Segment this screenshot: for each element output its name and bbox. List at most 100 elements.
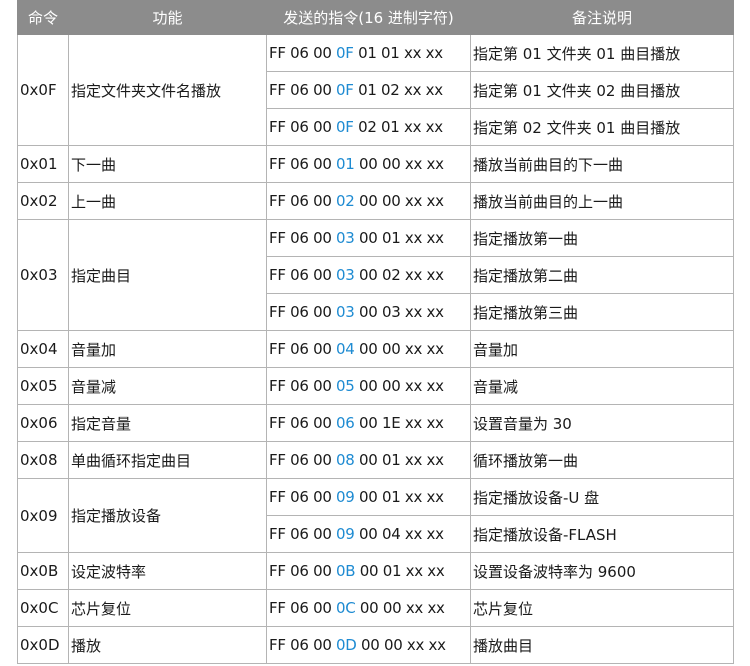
instruction-suffix: 00 1E xx xx: [354, 414, 444, 432]
function-cell: 播放: [68, 626, 267, 664]
header-note: 备注说明: [470, 0, 734, 35]
command-code-cell: 0x03: [17, 219, 69, 331]
note-cell: 播放曲目: [470, 626, 734, 664]
table-row: 0x06 指定音量 FF 06 00 06 00 1E xx xx 设置音量为 30: [17, 404, 734, 442]
instruction-prefix: FF 06 00: [269, 562, 337, 580]
instruction-suffix: 00 01 xx xx: [355, 562, 445, 580]
instruction-prefix: FF 06 00: [269, 118, 337, 136]
command-code-cell: 0x02: [17, 182, 69, 220]
table-row: 0x0F 指定文件夹文件名播放 FF 06 00 0F 01 01 xx xx 指定第…: [17, 34, 734, 146]
note-cell: 指定播放第三曲: [470, 293, 734, 331]
function-cell: 指定曲目: [68, 219, 267, 331]
table-row: 0x05 音量减 FF 06 00 05 00 00 xx xx 音量减: [17, 367, 734, 405]
table-row: 0x02 上一曲 FF 06 00 02 00 00 xx xx 播放当前曲目的上一曲: [17, 182, 734, 220]
instruction-command-byte: 08: [336, 451, 355, 469]
instruction-command-byte: 05: [336, 377, 355, 395]
instruction-cell: FF 06 00 03 00 01 xx xx: [266, 219, 471, 257]
instruction-suffix: 00 00 xx xx: [354, 377, 444, 395]
command-table: 命令 功能 发送的指令(16 进制字符) 备注说明 0x0F 指定文件夹文件名播放…: [17, 0, 734, 664]
table-row: 0x03 指定曲目 FF 06 00 03 00 01 xx xx 指定播放第一曲: [17, 219, 734, 331]
instruction-prefix: FF 06 00: [269, 525, 337, 543]
instruction-prefix: FF 06 00: [269, 636, 337, 654]
instruction-suffix: 00 00 xx xx: [354, 192, 444, 210]
note-cell: 指定播放设备-U 盘: [470, 478, 734, 516]
instruction-suffix: 00 01 xx xx: [354, 451, 444, 469]
command-code-cell: 0x05: [17, 367, 69, 405]
note-cell: 循环播放第一曲: [470, 441, 734, 479]
instruction-cell: FF 06 00 0D 00 00 xx xx: [266, 626, 471, 664]
function-cell: 音量减: [68, 367, 267, 405]
instruction-command-byte: 0F: [336, 81, 354, 99]
instruction-cell: FF 06 00 0F 01 02 xx xx: [266, 71, 471, 109]
instruction-command-byte: 0B: [336, 562, 356, 580]
function-cell: 音量加: [68, 330, 267, 368]
command-code-cell: 0x01: [17, 145, 69, 183]
function-cell: 上一曲: [68, 182, 267, 220]
table-body: 0x0F 指定文件夹文件名播放 FF 06 00 0F 01 01 xx xx 指定第…: [17, 34, 734, 664]
instruction-cell: FF 06 00 04 00 00 xx xx: [266, 330, 471, 368]
instruction-prefix: FF 06 00: [269, 266, 337, 284]
command-code-cell: 0x08: [17, 441, 69, 479]
instruction-suffix: 00 01 xx xx: [354, 488, 444, 506]
note-cell: 芯片复位: [470, 589, 734, 627]
instruction-command-byte: 0C: [336, 599, 356, 617]
note-cell: 设置设备波特率为 9600: [470, 552, 734, 590]
instruction-prefix: FF 06 00: [269, 451, 337, 469]
table-row: 0x09 指定播放设备 FF 06 00 09 00 01 xx xx 指定播放设备-…: [17, 478, 734, 553]
instruction-cell: FF 06 00 0F 02 01 xx xx: [266, 108, 471, 146]
note-cell: 指定播放设备-FLASH: [470, 515, 734, 553]
command-code-cell: 0x0F: [17, 34, 69, 146]
instruction-cell: FF 06 00 08 00 01 xx xx: [266, 441, 471, 479]
note-cell: 指定播放第一曲: [470, 219, 734, 257]
instruction-prefix: FF 06 00: [269, 488, 337, 506]
note-cell: 播放当前曲目的上一曲: [470, 182, 734, 220]
note-cell: 设置音量为 30: [470, 404, 734, 442]
instruction-command-byte: 04: [336, 340, 355, 358]
table-row: 0x08 单曲循环指定曲目 FF 06 00 08 00 01 xx xx 循环播放第…: [17, 441, 734, 479]
instruction-prefix: FF 06 00: [269, 81, 337, 99]
instruction-suffix: 00 04 xx xx: [354, 525, 444, 543]
instruction-cell: FF 06 00 0B 00 01 xx xx: [266, 552, 471, 590]
instruction-prefix: FF 06 00: [269, 303, 337, 321]
instruction-prefix: FF 06 00: [269, 340, 337, 358]
instruction-command-byte: 03: [336, 303, 355, 321]
instruction-prefix: FF 06 00: [269, 377, 337, 395]
instruction-command-byte: 0D: [336, 636, 357, 654]
instruction-prefix: FF 06 00: [269, 599, 337, 617]
instruction-cell: FF 06 00 02 00 00 xx xx: [266, 182, 471, 220]
instruction-command-byte: 09: [336, 525, 355, 543]
instruction-command-byte: 01: [336, 155, 355, 173]
instruction-suffix: 00 02 xx xx: [354, 266, 444, 284]
instruction-suffix: 00 00 xx xx: [355, 599, 445, 617]
instruction-command-byte: 06: [336, 414, 355, 432]
table-row: 0x01 下一曲 FF 06 00 01 00 00 xx xx 播放当前曲目的下一曲: [17, 145, 734, 183]
command-code-cell: 0x0D: [17, 626, 69, 664]
note-cell: 指定第 01 文件夹 01 曲目播放: [470, 34, 734, 72]
instruction-command-byte: 03: [336, 229, 355, 247]
instruction-cell: FF 06 00 06 00 1E xx xx: [266, 404, 471, 442]
function-cell: 指定音量: [68, 404, 267, 442]
function-cell: 设定波特率: [68, 552, 267, 590]
command-code-cell: 0x04: [17, 330, 69, 368]
table-row: 0x0D 播放 FF 06 00 0D 00 00 xx xx 播放曲目: [17, 626, 734, 664]
instruction-suffix: 02 01 xx xx: [353, 118, 443, 136]
function-cell: 下一曲: [68, 145, 267, 183]
instruction-prefix: FF 06 00: [269, 192, 337, 210]
instruction-command-byte: 0F: [336, 118, 354, 136]
instruction-prefix: FF 06 00: [269, 155, 337, 173]
instruction-cell: FF 06 00 03 00 03 xx xx: [266, 293, 471, 331]
instruction-suffix: 00 00 xx xx: [354, 155, 444, 173]
note-cell: 指定第 02 文件夹 01 曲目播放: [470, 108, 734, 146]
instruction-cell: FF 06 00 0C 00 00 xx xx: [266, 589, 471, 627]
instruction-cell: FF 06 00 09 00 01 xx xx: [266, 478, 471, 516]
instruction-cell: FF 06 00 01 00 00 xx xx: [266, 145, 471, 183]
instruction-prefix: FF 06 00: [269, 44, 337, 62]
table-header-row: 命令 功能 发送的指令(16 进制字符) 备注说明: [17, 0, 734, 35]
command-code-cell: 0x09: [17, 478, 69, 553]
instruction-cell: FF 06 00 05 00 00 xx xx: [266, 367, 471, 405]
command-code-cell: 0x0B: [17, 552, 69, 590]
command-code-cell: 0x06: [17, 404, 69, 442]
instruction-command-byte: 09: [336, 488, 355, 506]
function-cell: 指定播放设备: [68, 478, 267, 553]
table-row: 0x0C 芯片复位 FF 06 00 0C 00 00 xx xx 芯片复位: [17, 589, 734, 627]
